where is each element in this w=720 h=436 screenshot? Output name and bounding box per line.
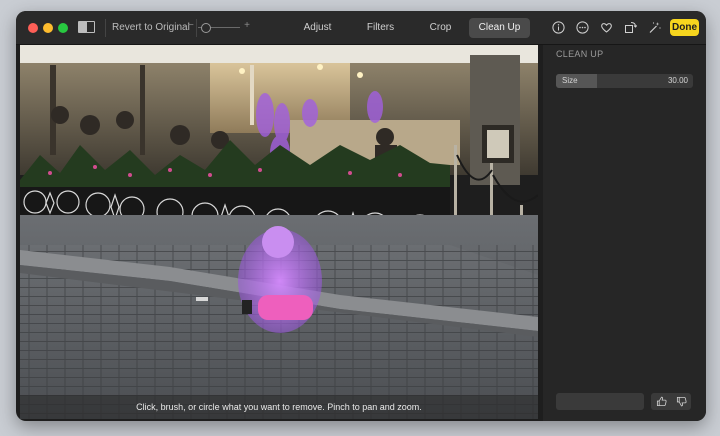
- clean-up-sidebar: CLEAN UP Size 30.00: [543, 45, 706, 421]
- feedback-field[interactable]: [556, 393, 644, 410]
- minimize-button[interactable]: [43, 23, 53, 33]
- rotate-icon[interactable]: [624, 21, 637, 34]
- tab-filters[interactable]: Filters: [349, 18, 412, 38]
- street-photo: [20, 45, 538, 419]
- tab-crop[interactable]: Crop: [412, 18, 469, 38]
- tab-adjust[interactable]: Adjust: [286, 18, 349, 38]
- edit-mode-tabs: Adjust Filters Crop Clean Up: [286, 18, 530, 38]
- feedback-buttons: [651, 393, 691, 410]
- info-icon[interactable]: [552, 21, 565, 34]
- magic-wand-icon[interactable]: [648, 21, 661, 34]
- thumbs-up-icon[interactable]: [651, 393, 671, 410]
- photo-canvas[interactable]: Click, brush, or circle what you want to…: [20, 45, 538, 419]
- brush-size-value: 30.00: [667, 76, 688, 85]
- thumbs-down-icon[interactable]: [671, 393, 691, 410]
- tab-clean-up[interactable]: Clean Up: [469, 18, 530, 38]
- heart-icon[interactable]: [600, 21, 613, 34]
- close-button[interactable]: [28, 23, 38, 33]
- photos-window: Revert to Original − + Adjust Filters Cr…: [16, 11, 706, 421]
- revert-to-original-button[interactable]: Revert to Original: [105, 19, 197, 37]
- compare-icon[interactable]: [78, 21, 95, 33]
- done-button[interactable]: Done: [670, 19, 699, 36]
- zoom-slider[interactable]: − +: [188, 20, 250, 35]
- zoom-slider-knob[interactable]: [201, 23, 211, 33]
- more-icon[interactable]: [576, 21, 589, 34]
- zoom-out-icon[interactable]: −: [188, 20, 194, 31]
- toolbar: Revert to Original − + Adjust Filters Cr…: [16, 11, 706, 45]
- fullscreen-button[interactable]: [58, 23, 68, 33]
- zoom-in-icon[interactable]: +: [244, 20, 250, 31]
- sidebar-title: CLEAN UP: [556, 49, 604, 59]
- instruction-caption: Click, brush, or circle what you want to…: [20, 395, 538, 419]
- brush-size-slider[interactable]: Size 30.00: [556, 74, 693, 88]
- brush-size-label: Size: [562, 76, 578, 85]
